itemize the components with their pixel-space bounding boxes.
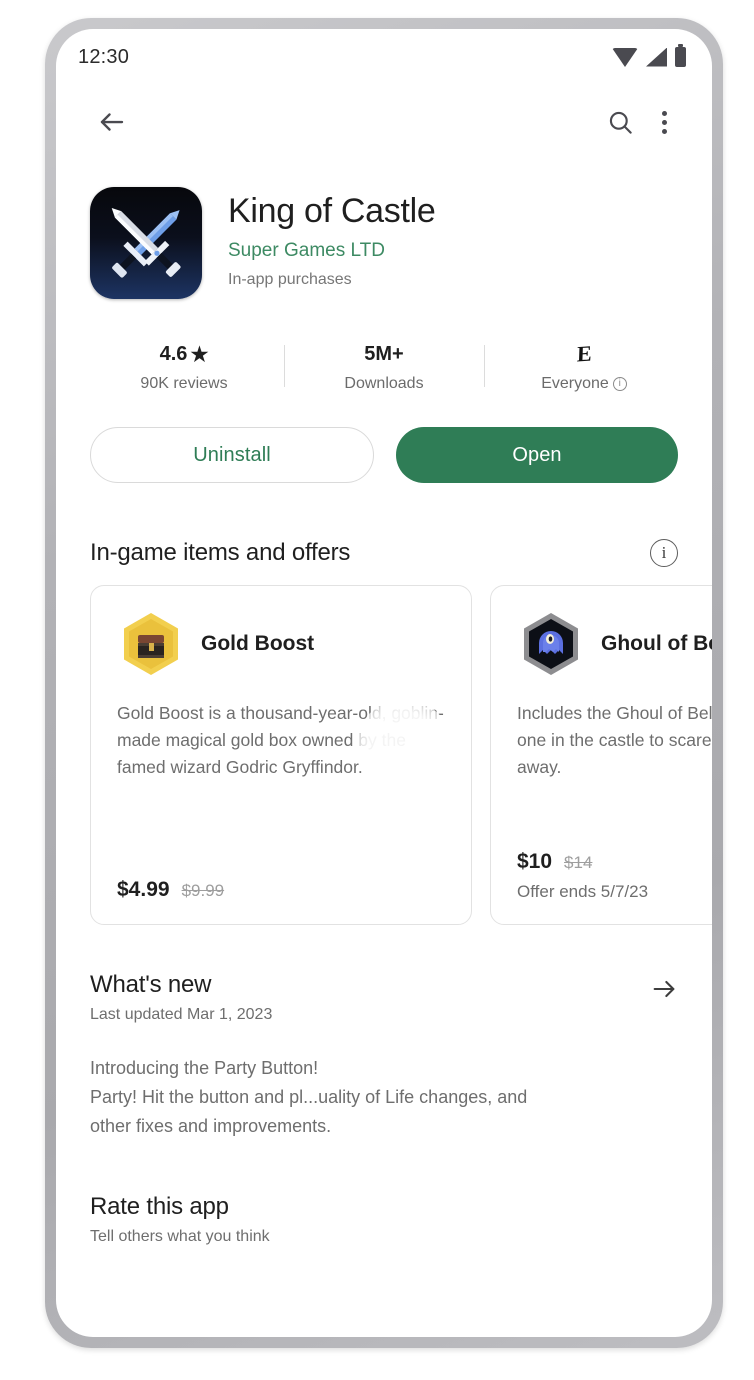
open-button[interactable]: Open: [396, 427, 678, 483]
app-action-buttons: Uninstall Open: [56, 393, 712, 483]
back-arrow-icon[interactable]: [90, 100, 134, 144]
in-game-section-title: In-game items and offers: [90, 539, 351, 566]
whats-new-last-updated: Last updated Mar 1, 2023: [90, 1006, 273, 1023]
offer-card-ghoul-of-belgrade[interactable]: Ghoul of Belgrade Includes the Ghoul of …: [490, 585, 712, 925]
rate-app-section: Rate this app Tell others what you think: [56, 1193, 712, 1246]
phone-screen: 12:30 King of Castle Super Games LTD In-…: [56, 29, 712, 1337]
battery-icon: [675, 44, 686, 67]
more-vertical-icon[interactable]: [642, 100, 686, 144]
app-title: King of Castle: [228, 192, 436, 230]
rate-app-subtitle: Tell others what you think: [90, 1228, 270, 1246]
offer-card-expiry: Offer ends 5/7/23: [517, 882, 649, 901]
stat-rating-label: 90K reviews: [90, 375, 278, 393]
stat-rating-value: 4.6: [159, 342, 188, 365]
offer-card-price-row: $4.99 $9.99: [117, 878, 445, 902]
offer-card-description: Includes the Ghoul of Belgrade, the best…: [517, 703, 712, 778]
gold-chest-hex-icon: [117, 610, 185, 678]
stat-content-rating-label-text: Everyone: [541, 375, 609, 392]
stat-downloads-value: 5M+: [364, 342, 404, 365]
status-bar-icons: [612, 44, 686, 67]
app-stats-row: 4.6 ★ 90K reviews 5M+ Downloads E Everyo…: [56, 341, 712, 393]
stat-downloads: 5M+ Downloads: [284, 341, 484, 393]
crossed-swords-app-icon: [90, 187, 202, 299]
offer-card-footer: $10 $14 Offer ends 5/7/23: [517, 850, 712, 902]
in-game-info-icon[interactable]: i: [650, 539, 678, 567]
stat-downloads-label: Downloads: [290, 375, 478, 393]
uninstall-button[interactable]: Uninstall: [90, 427, 374, 483]
offer-card-price: $4.99: [117, 878, 170, 901]
rate-app-title: Rate this app: [90, 1193, 229, 1221]
stat-rating-label-text: 90K reviews: [140, 375, 228, 392]
offer-cards-carousel[interactable]: Gold Boost Gold Boost is a thousand-year…: [56, 567, 712, 925]
stat-content-rating-value: E: [490, 341, 678, 367]
offer-card-description: Gold Boost is a thousand-year-old, gobli…: [117, 703, 444, 778]
whats-new-title: What's new: [90, 971, 212, 998]
in-app-purchases-note: In-app purchases: [228, 271, 352, 289]
stat-content-rating-label: Everyone i: [490, 375, 678, 393]
offer-card-header: Gold Boost: [117, 610, 445, 678]
stat-downloads-label-text: Downloads: [344, 375, 424, 392]
offer-card-original-price: $9.99: [181, 881, 225, 900]
arrow-right-icon[interactable]: [650, 971, 678, 1008]
app-meta: King of Castle Super Games LTD In-app pu…: [228, 187, 436, 299]
stat-rating[interactable]: 4.6 ★ 90K reviews: [84, 341, 284, 393]
app-detail-content: King of Castle Super Games LTD In-app pu…: [56, 159, 712, 1337]
overflow-dots: [661, 110, 667, 134]
esrb-everyone-icon: E: [576, 340, 592, 367]
wifi-icon: [612, 47, 638, 67]
stat-rating-value-group: 4.6 ★: [90, 341, 278, 367]
stat-content-rating[interactable]: E Everyone i: [484, 341, 684, 393]
whats-new-section: What's new Last updated Mar 1, 2023 Intr…: [56, 971, 712, 1141]
app-header: King of Castle Super Games LTD In-app pu…: [56, 159, 712, 299]
star-icon: ★: [190, 343, 209, 366]
offer-card-name: Gold Boost: [201, 632, 315, 655]
search-icon[interactable]: [598, 100, 642, 144]
offer-card-header: Ghoul of Belgrade: [517, 610, 712, 678]
status-bar-clock: 12:30: [78, 45, 130, 68]
whats-new-heading-group: What's new Last updated Mar 1, 2023: [90, 971, 272, 1024]
offer-card-gold-boost[interactable]: Gold Boost Gold Boost is a thousand-year…: [90, 585, 472, 925]
app-developer-link[interactable]: Super Games LTD: [228, 240, 435, 262]
offer-card-price: $10: [517, 850, 553, 873]
offer-card-footer: $4.99 $9.99: [117, 878, 445, 902]
offer-card-price-row: $10 $14: [517, 850, 712, 874]
offer-card-original-price: $14: [564, 853, 593, 872]
app-bar: [56, 85, 712, 159]
whats-new-changelog: Introducing the Party Button! Party! Hit…: [90, 1054, 678, 1141]
changelog-line-1: Introducing the Party Button!: [90, 1058, 319, 1078]
offer-card-name: Ghoul of Belgrade: [601, 632, 712, 655]
status-bar: 12:30: [56, 29, 712, 85]
whats-new-header[interactable]: What's new Last updated Mar 1, 2023: [90, 971, 678, 1024]
changelog-line-2: Party! Hit the button and pl...uality of…: [90, 1087, 528, 1108]
in-game-section-header: In-game items and offers i: [56, 539, 712, 567]
cellular-signal-icon: [646, 47, 667, 67]
content-rating-info-icon[interactable]: i: [612, 377, 627, 391]
blue-ghoul-hex-icon: [517, 610, 585, 678]
phone-frame: 12:30 King of Castle Super Games LTD In-…: [45, 18, 723, 1348]
changelog-line-3: other fixes and improvements.: [90, 1116, 332, 1137]
